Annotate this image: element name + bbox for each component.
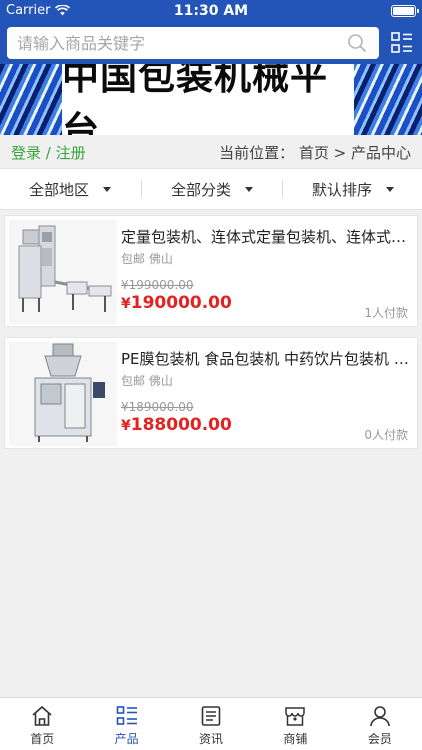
product-original-price: ¥199000.00: [121, 278, 194, 292]
filter-category[interactable]: 全部分类: [142, 169, 282, 209]
tab-shop-label: 商铺: [283, 732, 308, 746]
header-bar: Carrier 11:30 AM: [0, 0, 422, 64]
auth-separator: /: [41, 144, 56, 162]
shop-icon: [285, 707, 306, 726]
currency-symbol: ¥: [121, 418, 131, 434]
product-tags: 包邮 佛山: [121, 252, 173, 266]
tab-products-label: 产品: [114, 732, 139, 746]
clock: 11:30 AM: [173, 3, 249, 19]
user-icon: [370, 706, 390, 727]
breadcrumb: 当前位置： 首页 > 产品中心: [219, 144, 411, 162]
tab-home[interactable]: 首页: [0, 698, 84, 750]
product-price: ¥190000.00: [121, 293, 232, 313]
category-menu-icon[interactable]: [391, 32, 413, 54]
filter-sort-label: 默认排序: [311, 180, 372, 199]
product-sales-count: 1人付款: [364, 306, 408, 320]
product-name[interactable]: 定量包装机、连体式定量包装机、连体式定量包装机: [121, 226, 413, 247]
tab-shop[interactable]: 商铺: [253, 698, 337, 750]
product-price: ¥188000.00: [121, 415, 232, 435]
login-breadcrumb-bar: 登录 / 注册 当前位置： 首页 > 产品中心: [0, 135, 422, 168]
product-sales-count: 0人付款: [364, 428, 408, 442]
filter-region-label: 全部地区: [28, 180, 89, 199]
filter-bar: 全部地区 全部分类 默认排序: [0, 168, 422, 210]
product-image: [9, 220, 117, 324]
search-box[interactable]: [7, 27, 379, 59]
tab-news-label: 资讯: [199, 732, 224, 746]
tab-home-label: 首页: [30, 732, 55, 746]
home-icon: [32, 705, 52, 726]
caret-down-icon: [386, 186, 394, 192]
product-original-price: ¥189000.00: [121, 400, 194, 414]
tab-member[interactable]: 会员: [338, 698, 422, 750]
filter-category-label: 全部分类: [170, 180, 231, 199]
filter-region[interactable]: 全部地区: [0, 169, 140, 209]
product-name[interactable]: PE膜包装机 食品包装机 中药饮片包装机 颗粒包装机: [121, 348, 413, 369]
product-tags: 包邮 佛山: [121, 374, 173, 388]
currency-symbol: ¥: [121, 296, 131, 312]
product-image: [9, 342, 117, 446]
price-value: 190000.00: [130, 293, 232, 313]
tab-news[interactable]: 资讯: [169, 698, 253, 750]
tab-member-label: 会员: [367, 732, 392, 746]
login-link[interactable]: 登录: [11, 144, 41, 162]
filter-divider: [282, 180, 283, 198]
status-bar: Carrier 11:30 AM: [0, 0, 422, 22]
filter-sort[interactable]: 默认排序: [284, 169, 422, 209]
caret-down-icon: [103, 186, 111, 192]
tab-products[interactable]: 产品: [84, 698, 168, 750]
product-card[interactable]: PE膜包装机 食品包装机 中药饮片包装机 颗粒包装机 包邮 佛山 ¥189000…: [4, 337, 418, 449]
list-icon: [116, 706, 137, 725]
banner-title: 中国包装机械平台: [62, 64, 328, 135]
tab-bar: 首页 产品 资讯 商铺 会员: [0, 697, 422, 750]
banner[interactable]: 中国包装机械平台: [0, 64, 422, 135]
auth-links: 登录 / 注册: [11, 142, 86, 163]
news-icon: [201, 706, 221, 726]
battery-icon: [391, 5, 419, 17]
price-value: 188000.00: [130, 415, 232, 435]
product-card[interactable]: 定量包装机、连体式定量包装机、连体式定量包装机 包邮 佛山 ¥199000.00…: [4, 215, 418, 327]
caret-down-icon: [245, 186, 253, 192]
register-link[interactable]: 注册: [56, 144, 86, 162]
search-icon[interactable]: [347, 33, 367, 53]
search-input[interactable]: [17, 31, 337, 55]
